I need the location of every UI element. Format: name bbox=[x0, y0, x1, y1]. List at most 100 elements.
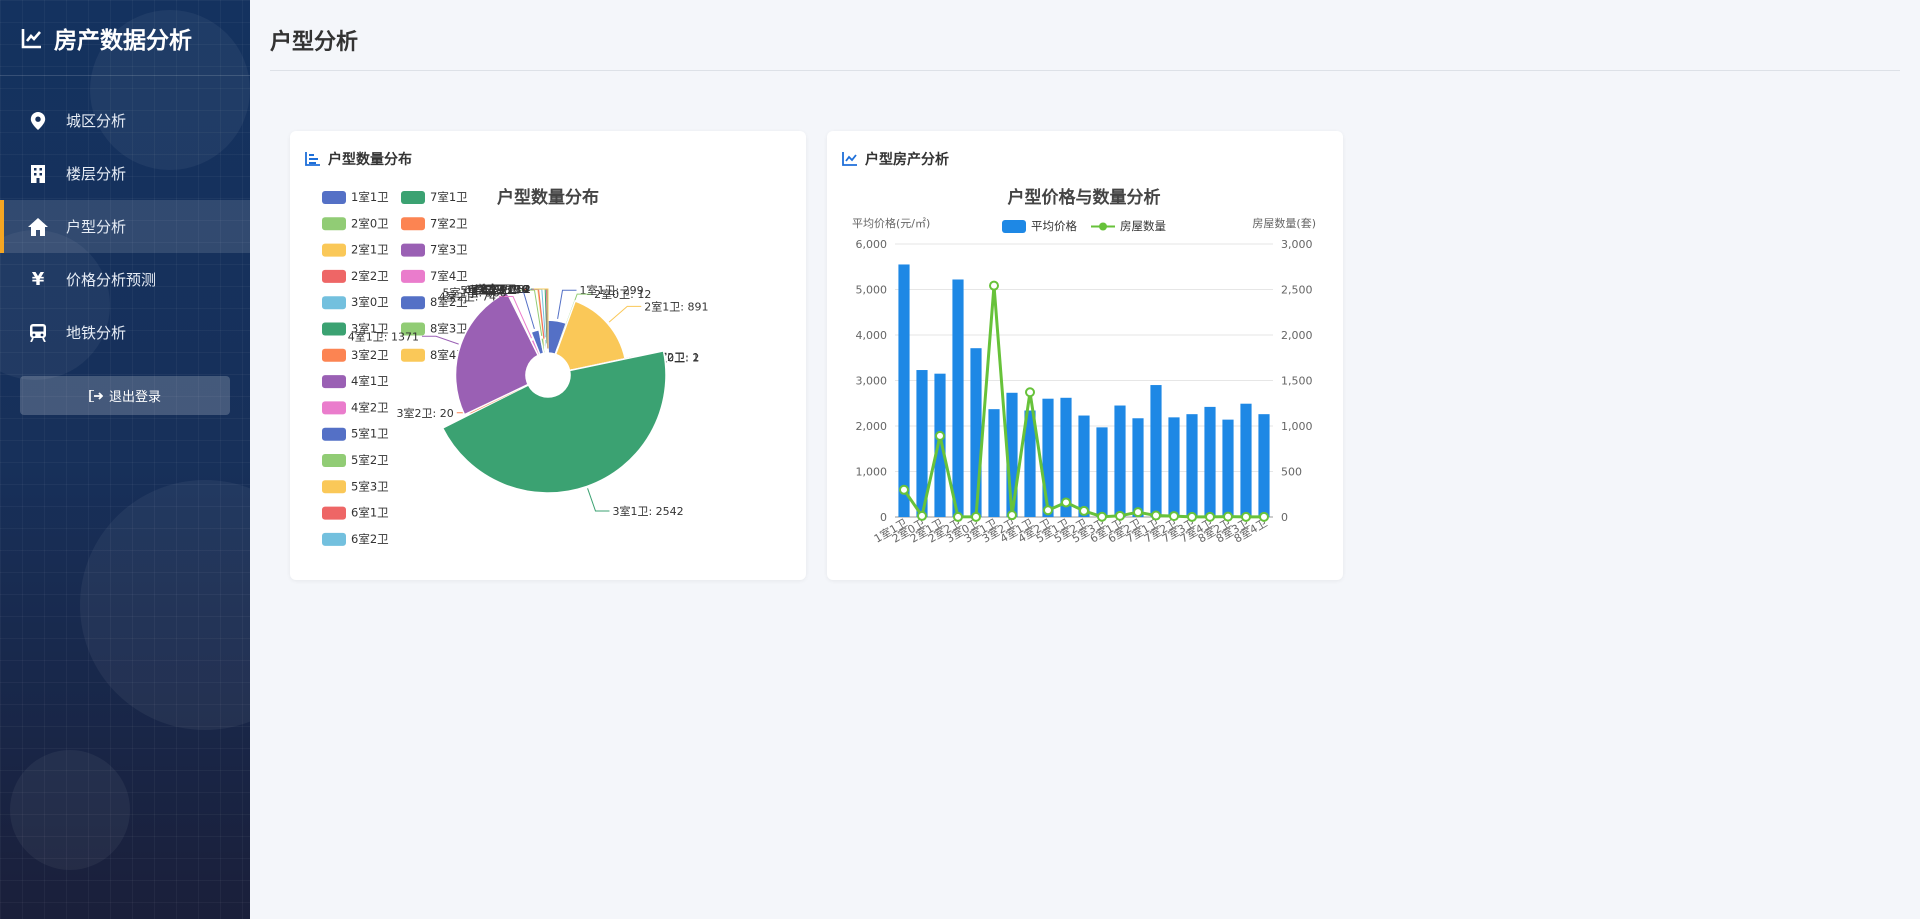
bar[interactable] bbox=[988, 409, 1000, 517]
line-point[interactable] bbox=[1151, 510, 1161, 521]
line-point[interactable] bbox=[953, 511, 963, 522]
legend-swatch bbox=[322, 243, 346, 257]
brand-title: 房产数据分析 bbox=[54, 27, 192, 54]
line-point[interactable] bbox=[1043, 505, 1053, 516]
bar[interactable] bbox=[1240, 403, 1252, 517]
legend-item[interactable]: 7室4卫 bbox=[401, 269, 468, 283]
y-tick-label: 0 bbox=[880, 511, 887, 524]
sidebar-item-label: 楼层分析 bbox=[66, 165, 127, 183]
legend-item[interactable]: 1室1卫 bbox=[322, 190, 389, 204]
sidebar-item-price[interactable]: ¥ 价格分析预测 bbox=[0, 253, 250, 306]
legend-item[interactable]: 7室3卫 bbox=[401, 243, 468, 257]
sign-out-icon bbox=[89, 389, 103, 402]
line-point[interactable] bbox=[989, 280, 999, 291]
bar[interactable] bbox=[1114, 405, 1126, 517]
legend-swatch bbox=[322, 217, 346, 231]
sidebar-item-label: 户型分析 bbox=[66, 218, 127, 236]
legend-label: 4室2卫 bbox=[351, 400, 389, 414]
legend-item[interactable]: 2室2卫 bbox=[322, 269, 389, 283]
line-point[interactable] bbox=[1115, 510, 1125, 521]
legend-label: 7室2卫 bbox=[430, 216, 468, 230]
line-point[interactable] bbox=[1241, 511, 1251, 522]
sidebar-item-label: 城区分析 bbox=[66, 112, 127, 130]
legend-item[interactable]: 4室2卫 bbox=[322, 400, 389, 415]
line-point[interactable] bbox=[1133, 507, 1143, 518]
bar[interactable] bbox=[1096, 427, 1108, 517]
bar[interactable] bbox=[1204, 406, 1216, 517]
bar[interactable] bbox=[1222, 419, 1234, 517]
legend-swatch bbox=[322, 427, 346, 441]
y-tick-label: 4,000 bbox=[856, 329, 888, 342]
line-point[interactable] bbox=[1187, 511, 1197, 522]
legend-item[interactable]: 5室3卫 bbox=[322, 479, 389, 494]
legend-swatch bbox=[322, 191, 346, 204]
legend-item[interactable]: 3室0卫 bbox=[322, 295, 389, 310]
line-point[interactable] bbox=[917, 510, 927, 521]
legend-label: 2室1卫 bbox=[351, 243, 389, 257]
line-point[interactable] bbox=[1061, 497, 1071, 508]
bar[interactable] bbox=[1258, 414, 1270, 517]
pie-chart-card: 户型数量分布 户型数量分布 1室1卫 2室0卫 2室1卫 2室2卫 3室0卫 3室1卫 3室2… bbox=[290, 131, 806, 580]
legend-item[interactable]: 2室1卫 bbox=[322, 243, 389, 257]
line-point[interactable] bbox=[1007, 510, 1017, 521]
legend-item[interactable]: 7室1卫 bbox=[401, 190, 468, 204]
bar[interactable] bbox=[898, 264, 910, 517]
bar[interactable] bbox=[1042, 398, 1054, 517]
bar[interactable] bbox=[934, 373, 946, 517]
legend-label: 平均价格 bbox=[1031, 219, 1077, 233]
data-label: 4室1卫: 1371 bbox=[348, 329, 419, 343]
data-label: 2室0卫: 12 bbox=[594, 287, 651, 301]
line-point[interactable] bbox=[971, 511, 981, 522]
y-tick-label: 5,000 bbox=[856, 284, 888, 297]
bar[interactable] bbox=[1132, 418, 1144, 517]
legend-item[interactable]: 7室2卫 bbox=[401, 216, 468, 231]
line-point[interactable] bbox=[1097, 511, 1107, 522]
line-point[interactable] bbox=[1259, 511, 1269, 522]
bar[interactable] bbox=[952, 279, 964, 517]
line-point[interactable] bbox=[1205, 511, 1215, 522]
pie-slice[interactable] bbox=[554, 300, 627, 372]
legend-item[interactable]: 2室0卫 bbox=[322, 216, 389, 231]
legend-swatch bbox=[322, 401, 346, 415]
line-point[interactable] bbox=[1079, 505, 1089, 516]
legend-item[interactable]: 5室2卫 bbox=[322, 453, 389, 467]
legend-swatch bbox=[401, 191, 425, 204]
y-tick-label: 1,000 bbox=[856, 466, 888, 479]
legend-item[interactable]: 6室2卫 bbox=[322, 532, 389, 546]
legend-label: 4室1卫 bbox=[351, 374, 389, 388]
line-point[interactable] bbox=[935, 430, 945, 441]
bar[interactable] bbox=[1150, 385, 1162, 517]
legend-label: 7室1卫 bbox=[430, 190, 468, 204]
y-tick-label: 6,000 bbox=[856, 238, 888, 251]
legend-swatch bbox=[322, 375, 346, 389]
logout-button[interactable]: 退出登录 bbox=[20, 376, 230, 415]
sidebar-item-district[interactable]: 城区分析 bbox=[0, 94, 250, 147]
legend-item[interactable]: 3室2卫 bbox=[322, 348, 389, 362]
y2-tick-label: 3,000 bbox=[1281, 238, 1313, 251]
y-tick-label: 3,000 bbox=[856, 375, 888, 388]
y-axis-label: 平均价格(元/㎡) bbox=[852, 216, 930, 230]
bar[interactable] bbox=[1078, 415, 1090, 517]
line-point[interactable] bbox=[1223, 511, 1233, 522]
legend-item[interactable]: 4室1卫 bbox=[322, 374, 389, 389]
sidebar-item-label: 地铁分析 bbox=[66, 324, 127, 342]
legend-label: 2室2卫 bbox=[351, 269, 389, 283]
legend-item[interactable]: 6室1卫 bbox=[322, 506, 389, 520]
legend-item[interactable]: 5室1卫 bbox=[322, 427, 389, 441]
line-point[interactable] bbox=[1025, 387, 1035, 398]
legend-item[interactable]: 房屋数量 bbox=[1091, 219, 1166, 233]
sidebar-item-layout[interactable]: 户型分析 bbox=[0, 200, 250, 253]
sidebar-item-subway[interactable]: 地铁分析 bbox=[0, 306, 250, 359]
bar[interactable] bbox=[1186, 414, 1198, 517]
line-point[interactable] bbox=[899, 484, 909, 495]
bar[interactable] bbox=[970, 348, 982, 517]
legend-item[interactable]: 平均价格 bbox=[1002, 219, 1077, 233]
brand[interactable]: 房产数据分析 bbox=[0, 0, 250, 76]
bar[interactable] bbox=[1168, 417, 1180, 517]
sidebar: 房产数据分析 城区分析 楼层分析 户型分析 ¥ 价格分析预测 地铁分析 退出登录 bbox=[0, 0, 250, 919]
sidebar-item-floor[interactable]: 楼层分析 bbox=[0, 147, 250, 200]
line-point[interactable] bbox=[1169, 511, 1179, 522]
divider bbox=[270, 70, 1900, 71]
sidebar-menu: 城区分析 楼层分析 户型分析 ¥ 价格分析预测 地铁分析 bbox=[0, 94, 250, 359]
building-icon bbox=[28, 164, 48, 184]
